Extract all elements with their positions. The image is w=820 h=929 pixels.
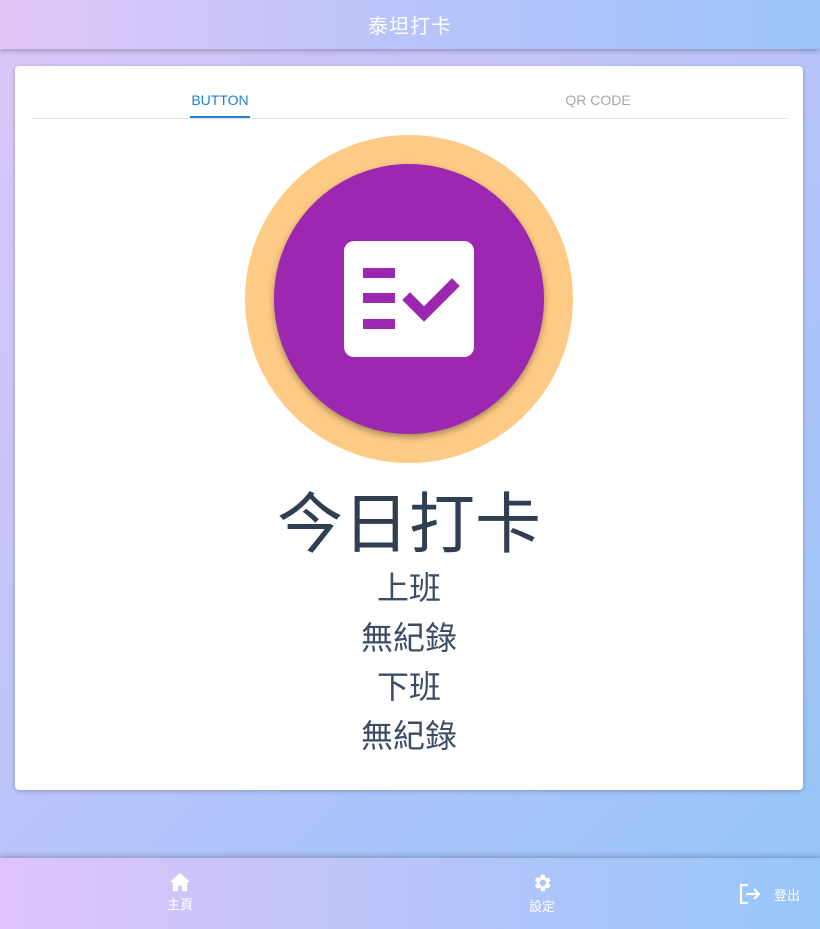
home-icon: [170, 872, 190, 892]
nav-home[interactable]: 主頁: [155, 872, 205, 913]
punch-button[interactable]: [245, 135, 573, 463]
punch-button-inner[interactable]: [274, 164, 544, 434]
tab-button[interactable]: BUTTON: [31, 66, 409, 118]
punch-card: BUTTON QR CODE 今日打卡 上班 無紀錄 下班 無紀錄: [15, 66, 803, 790]
nav-settings-label: 設定: [528, 900, 555, 915]
tab-qr-code-label: QR CODE: [565, 92, 631, 108]
app-title: 泰坦打卡: [368, 14, 452, 38]
tab-qr-code[interactable]: QR CODE: [409, 66, 787, 118]
gear-icon: [534, 874, 551, 892]
tab-bar: BUTTON QR CODE: [31, 66, 787, 119]
clock-out-status: 無紀錄: [360, 717, 457, 755]
nav-settings[interactable]: 設定: [517, 872, 567, 915]
today-punch-title: 今日打卡: [277, 486, 541, 563]
nav-logout[interactable]: 登出: [738, 883, 800, 905]
clock-out-label: 下班: [376, 668, 441, 706]
nav-home-label: 主頁: [166, 898, 193, 913]
tab-button-label: BUTTON: [190, 92, 250, 118]
clock-in-status: 無紀錄: [360, 619, 457, 657]
logout-icon: [739, 883, 761, 905]
app-bar: 泰坦打卡: [0, 0, 820, 49]
nav-logout-label: 登出: [774, 888, 801, 904]
bottom-navigation: 主頁 設定 登出: [0, 858, 820, 929]
checklist-icon: [344, 241, 474, 357]
clock-in-label: 上班: [376, 569, 441, 607]
